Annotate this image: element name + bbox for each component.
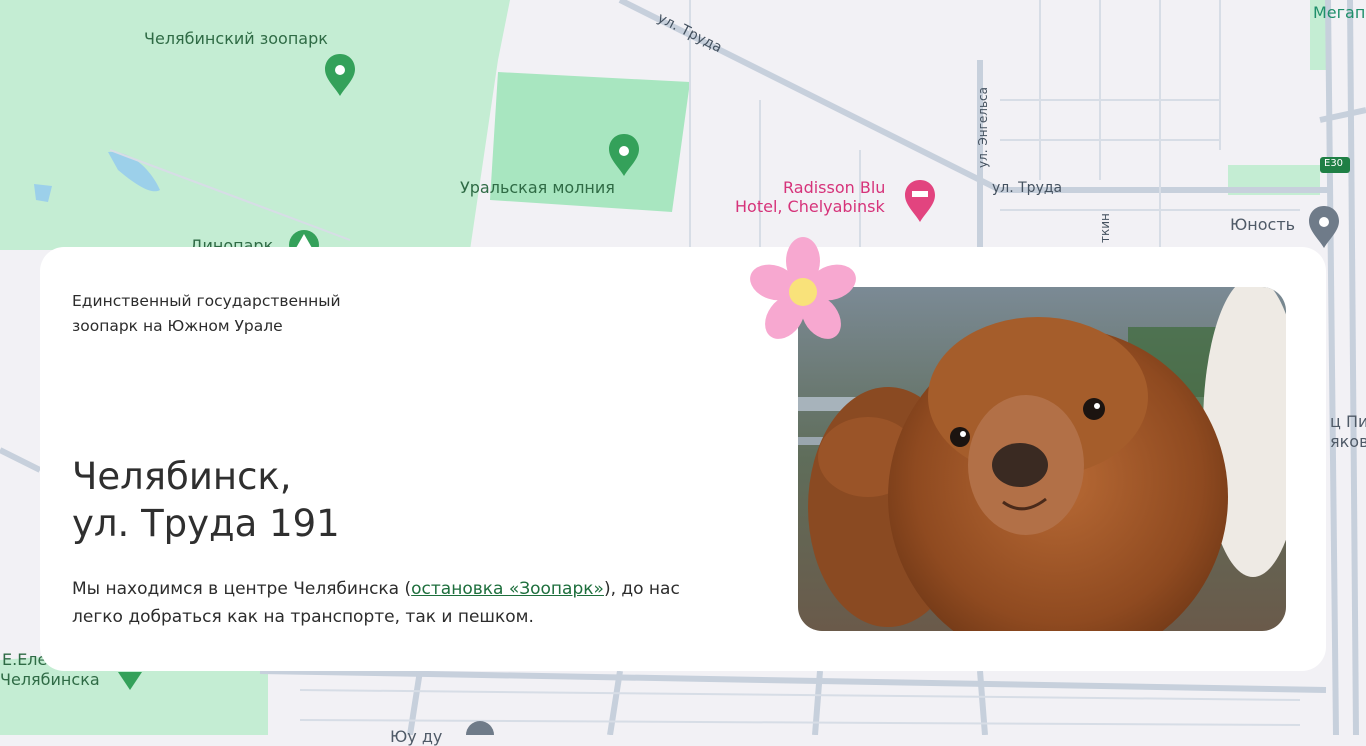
map-label-ural-lightning[interactable]: Уральская молния (460, 178, 615, 197)
map-label-bottom-center: Юу ду (390, 727, 443, 746)
map-label-radisson-1[interactable]: Radisson Blu (783, 178, 885, 197)
location-card: Единственный государственный зоопарк на … (40, 237, 1326, 671)
desc-before: Мы находимся в центре Челябинска ( (72, 579, 412, 599)
address-street: ул. Труда 191 (72, 502, 340, 545)
map-label-radisson-2[interactable]: Hotel, Chelyabinsk (735, 197, 885, 216)
address-city: Челябинск, (72, 455, 292, 498)
alpaca-photo (798, 287, 1286, 631)
map-label-right-partial-2: яков (1330, 432, 1366, 451)
map-label-trud-right: ул. Труда (992, 180, 1063, 196)
address-heading: Челябинск, ул. Труда 191 (72, 453, 340, 547)
yunost-pin-icon[interactable] (1309, 206, 1339, 248)
bottom-center-pin-icon[interactable] (466, 721, 494, 735)
location-description: Мы находимся в центре Челябинска (остано… (72, 575, 712, 631)
map-label-engels: ул. Энгельса (976, 86, 990, 168)
map-label-yunost[interactable]: Юность (1230, 215, 1295, 234)
hotel-pin-icon[interactable] (905, 180, 935, 222)
map-label-e30: E30 (1324, 158, 1344, 169)
map-label-botkin: ткин (1098, 213, 1112, 243)
card-tagline: Единственный государственный зоопарк на … (72, 292, 341, 335)
map-label-right-partial-1: ц Пи (1330, 412, 1366, 431)
map-label-bottom-left-2: Челябинска (0, 670, 100, 689)
map-label-megan[interactable]: Мегап (1313, 3, 1365, 22)
map-label-zoo[interactable]: Челябинский зоопарк (144, 29, 328, 48)
zoo-stop-link[interactable]: остановка «Зоопарк» (411, 579, 604, 599)
flower-icon (750, 237, 856, 339)
